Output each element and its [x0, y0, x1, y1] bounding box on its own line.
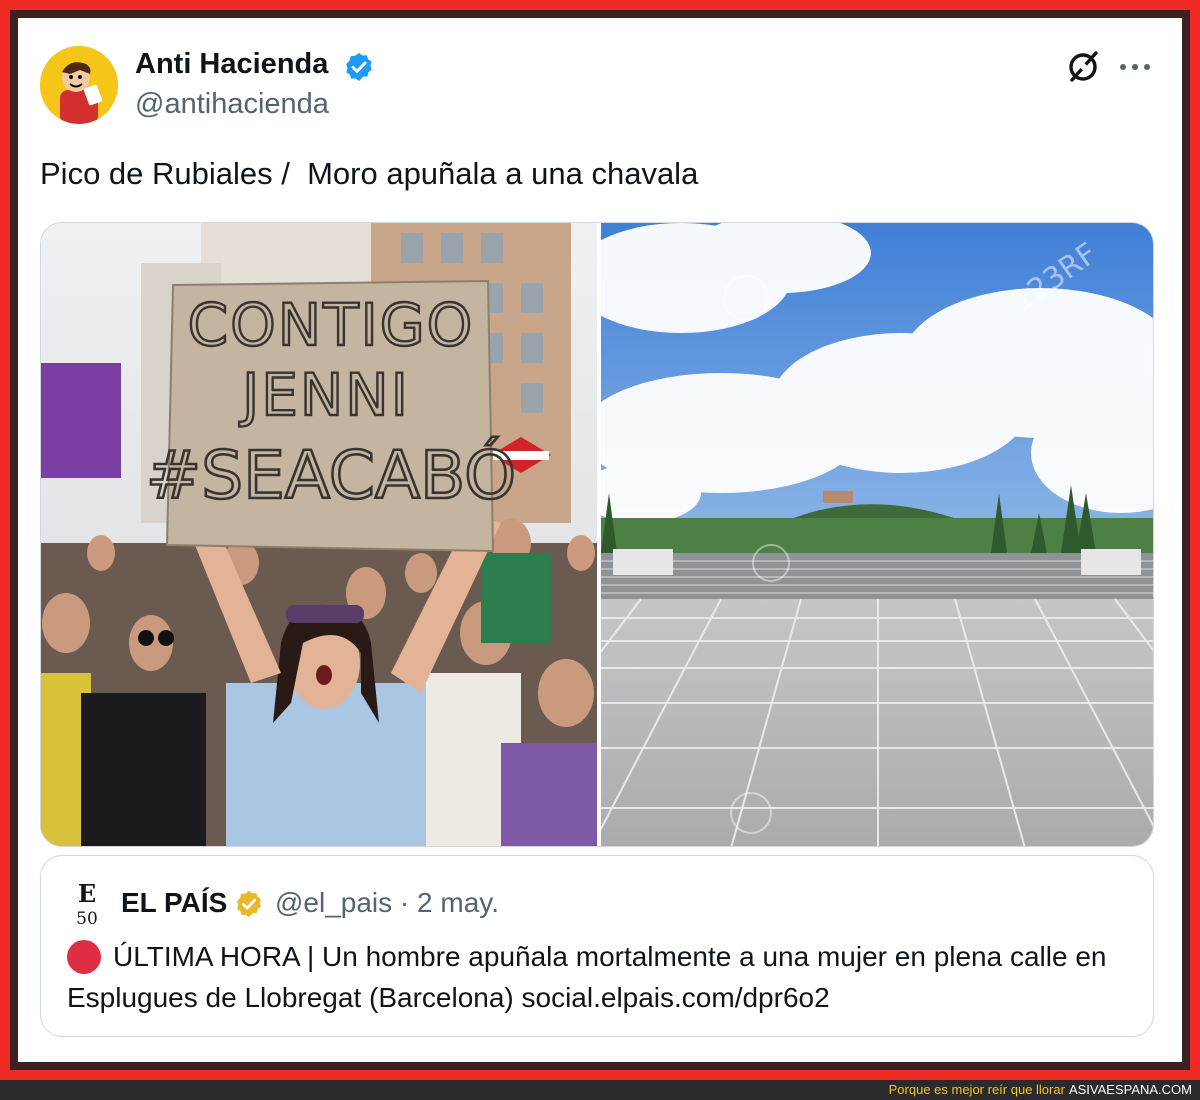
empty-plaza-image: 123RF: [601, 223, 1153, 846]
author-handle[interactable]: @antihacienda: [135, 88, 329, 121]
cartoon-mascot-icon: [40, 46, 118, 124]
quoted-tweet[interactable]: E 50 EL PAÍS @el_pais · 2 may. ÚLTIMA HO…: [40, 855, 1154, 1037]
author-name[interactable]: Anti Hacienda: [135, 48, 328, 81]
tweet-media[interactable]: CONTIGO JENNI #SEACABÓ 123RF: [40, 222, 1154, 847]
svg-text:50: 50: [76, 909, 98, 926]
verified-badge-icon: [346, 53, 372, 81]
footer-tagline: Porque es mejor reír que llorar: [888, 1082, 1065, 1097]
quoted-author-name[interactable]: EL PAÍS: [121, 887, 227, 919]
sign-line-1: CONTIGO: [188, 291, 475, 359]
svg-text:E: E: [78, 880, 96, 908]
footer-brand[interactable]: ASIVAESPANA.COM: [1069, 1082, 1192, 1097]
tweet-text: Pico de Rubiales / Moro apuñala a una ch…: [40, 156, 699, 191]
el-pais-logo-icon: E 50: [76, 880, 98, 926]
sign-line-2: JENNI: [239, 361, 410, 429]
gold-verified-badge-icon: [237, 890, 261, 918]
quoted-text: ÚLTIMA HORA | Un hombre apuñala mortalme…: [67, 941, 1107, 1013]
more-options-icon[interactable]: [1118, 58, 1152, 76]
quoted-text-wrap: ÚLTIMA HORA | Un hombre apuñala mortalme…: [67, 936, 1127, 1018]
protest-photo-image: CONTIGO JENNI #SEACABÓ: [41, 223, 597, 846]
sign-line-3: #SEACABÓ: [146, 437, 516, 514]
author-avatar[interactable]: [40, 46, 118, 124]
protest-photo[interactable]: CONTIGO JENNI #SEACABÓ: [41, 223, 597, 846]
grok-icon[interactable]: [1064, 48, 1102, 86]
site-footer: Porque es mejor reír que llorar ASIVAESPA…: [0, 1080, 1200, 1100]
quoted-handle-date[interactable]: @el_pais · 2 may.: [275, 887, 499, 919]
empty-plaza-photo[interactable]: 123RF: [601, 223, 1153, 846]
